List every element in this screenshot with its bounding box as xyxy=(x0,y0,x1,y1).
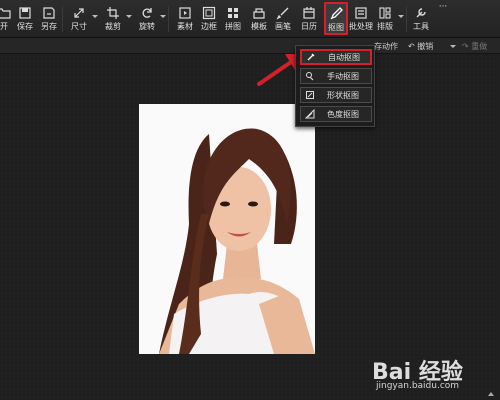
toolbar-divider xyxy=(406,6,407,32)
menu-item-manual-cutout[interactable]: 手动抠图 xyxy=(300,68,372,84)
save-as-icon xyxy=(43,7,55,19)
undo-icon: ↶ xyxy=(408,42,418,51)
template-icon xyxy=(253,8,265,19)
collage-button[interactable]: 拼图 xyxy=(222,3,244,35)
border-icon xyxy=(202,6,216,20)
chevron-down-icon[interactable] xyxy=(398,15,404,18)
material-button[interactable]: 素材 xyxy=(174,3,196,35)
layout-icon xyxy=(379,7,391,19)
manual-cutout-icon xyxy=(306,72,314,81)
save-as-button[interactable]: 另存 xyxy=(40,3,58,35)
menu-item-shape-cutout[interactable]: 形状抠图 xyxy=(300,87,372,103)
menu-item-chroma-cutout[interactable]: 色度抠图 xyxy=(300,106,372,122)
redo-icon: ↷ xyxy=(462,42,472,51)
scroll-up-icon[interactable] xyxy=(488,392,494,396)
rotate-icon xyxy=(142,8,152,18)
open-button[interactable]: 开 xyxy=(0,3,12,35)
resize-button[interactable]: 尺寸 xyxy=(68,3,90,35)
brush-icon xyxy=(276,7,289,20)
chevron-down-icon[interactable] xyxy=(126,15,132,18)
brush-button[interactable]: 画笔 xyxy=(272,3,294,35)
chevron-down-icon[interactable] xyxy=(92,15,98,18)
template-button[interactable]: 模板 xyxy=(248,3,270,35)
secondary-toolbar: 存动作 ↶ 撤销 ↷ 重做 xyxy=(0,38,500,54)
tools-button[interactable]: 工具 xyxy=(410,3,432,35)
chevron-down-icon[interactable] xyxy=(160,15,166,18)
cutout-button[interactable]: 抠图 xyxy=(324,2,348,35)
auto-cutout-icon xyxy=(307,53,315,61)
photo-preview[interactable] xyxy=(139,104,315,354)
more-button[interactable]: ··· xyxy=(434,2,452,34)
material-icon xyxy=(179,7,191,19)
more-icon: ··· xyxy=(438,2,448,12)
calendar-button[interactable]: 日历 xyxy=(298,3,320,35)
crop-button[interactable]: 裁剪 xyxy=(102,3,124,35)
save-action-label[interactable]: 存动作 xyxy=(374,41,398,52)
undo-button[interactable]: ↶ 撤销 xyxy=(408,41,433,52)
wrench-icon xyxy=(416,8,426,18)
main-toolbar: 开 保存 另存 尺寸 裁剪 旋转 素材 边框 拼图 模板 画笔 日历 抠图 批处… xyxy=(0,0,500,38)
save-icon xyxy=(19,7,31,19)
shape-cutout-icon xyxy=(306,91,314,99)
batch-button[interactable]: 批处理 xyxy=(349,3,373,35)
resize-icon xyxy=(74,8,84,18)
chroma-cutout-icon xyxy=(305,109,315,119)
batch-icon xyxy=(355,7,367,19)
portrait-image xyxy=(139,104,315,354)
border-button[interactable]: 边框 xyxy=(198,3,220,35)
toolbar-divider xyxy=(168,6,169,32)
cutout-pen-icon xyxy=(330,7,343,20)
crop-icon xyxy=(107,7,119,19)
baidu-watermark: Bai 经验 jingyan.baidu.com xyxy=(372,352,492,394)
layout-button[interactable]: 排版 xyxy=(374,3,396,35)
chevron-down-icon[interactable] xyxy=(450,45,456,48)
menu-item-auto-cutout[interactable]: 自动抠图 xyxy=(300,49,372,65)
toolbar-divider xyxy=(62,6,63,32)
watermark-url: jingyan.baidu.com xyxy=(376,381,460,391)
rotate-button[interactable]: 旋转 xyxy=(136,3,158,35)
collage-icon xyxy=(228,8,238,18)
folder-open-icon xyxy=(0,8,11,19)
cutout-dropdown-menu: 自动抠图 手动抠图 形状抠图 色度抠图 xyxy=(295,45,375,127)
calendar-icon xyxy=(303,7,315,19)
redo-button[interactable]: ↷ 重做 xyxy=(462,41,487,52)
save-button[interactable]: 保存 xyxy=(16,3,34,35)
